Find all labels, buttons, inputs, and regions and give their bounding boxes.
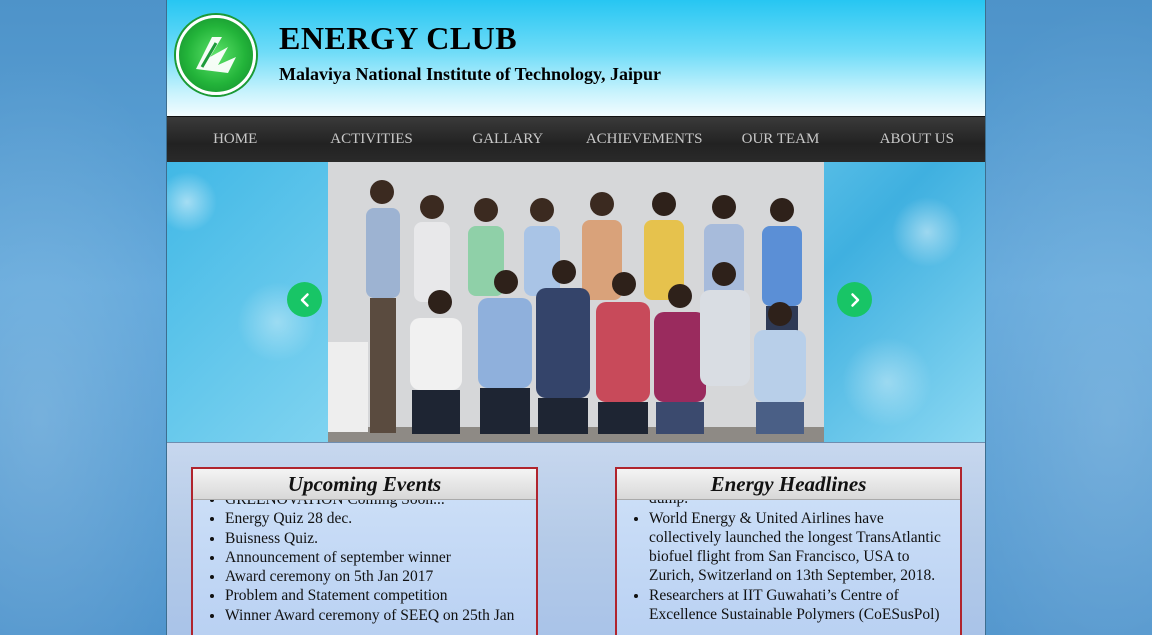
list-item: Researchers at IIT Guwahati’s Centre of … [649, 586, 952, 625]
energy-club-logo[interactable] [176, 15, 256, 95]
site-title: ENERGY CLUB [279, 20, 518, 56]
content-area: Upcoming Events GREENOVATION Coming Soon… [167, 442, 985, 635]
energy-headlines-title: Energy Headlines [617, 469, 960, 500]
team-group-photo [328, 162, 824, 442]
nav-item-our-team[interactable]: OUR TEAM [712, 131, 848, 148]
list-item: Energy Quiz 28 dec. [225, 509, 528, 528]
slider-next-button[interactable] [837, 282, 872, 317]
upcoming-events-box[interactable]: Upcoming Events GREENOVATION Coming Soon… [191, 467, 538, 635]
site-subtitle: Malaviya National Institute of Technolog… [279, 64, 662, 84]
list-item: Problem and Statement competition [225, 586, 528, 605]
image-slider [167, 162, 985, 442]
chevron-right-icon [850, 292, 859, 307]
upcoming-events-title: Upcoming Events [193, 469, 536, 500]
team-photo-illustration [328, 162, 824, 442]
list-item: Winner Award ceremony of SEEQ on 25th Ja… [225, 606, 528, 625]
list-item: Award ceremony on 5th Jan 2017 [225, 567, 528, 586]
list-item: Buisness Quiz. [225, 529, 528, 548]
ec-logo-mark [196, 37, 236, 73]
energy-headlines-box[interactable]: Energy Headlines turned into an artifici… [615, 467, 962, 635]
nav-item-gallary[interactable]: GALLARY [440, 131, 576, 148]
upcoming-events-list: GREENOVATION Coming Soon... Energy Quiz … [193, 490, 536, 625]
page-container: ENERGY CLUB Malaviya National Institute … [166, 0, 986, 635]
chevron-left-icon [300, 292, 309, 307]
nav-item-about-us[interactable]: ABOUT US [849, 131, 985, 148]
list-item: Announcement of september winner [225, 548, 528, 567]
nav-item-achievements[interactable]: ACHIEVEMENTS [576, 131, 712, 148]
site-header: ENERGY CLUB Malaviya National Institute … [167, 0, 985, 116]
slider-prev-button[interactable] [287, 282, 322, 317]
list-item: World Energy & United Airlines have coll… [649, 509, 952, 586]
nav-item-home[interactable]: HOME [167, 131, 303, 148]
main-nav: HOME ACTIVITIES GALLARY ACHIEVEMENTS OUR… [167, 116, 985, 162]
nav-item-activities[interactable]: ACTIVITIES [303, 131, 439, 148]
